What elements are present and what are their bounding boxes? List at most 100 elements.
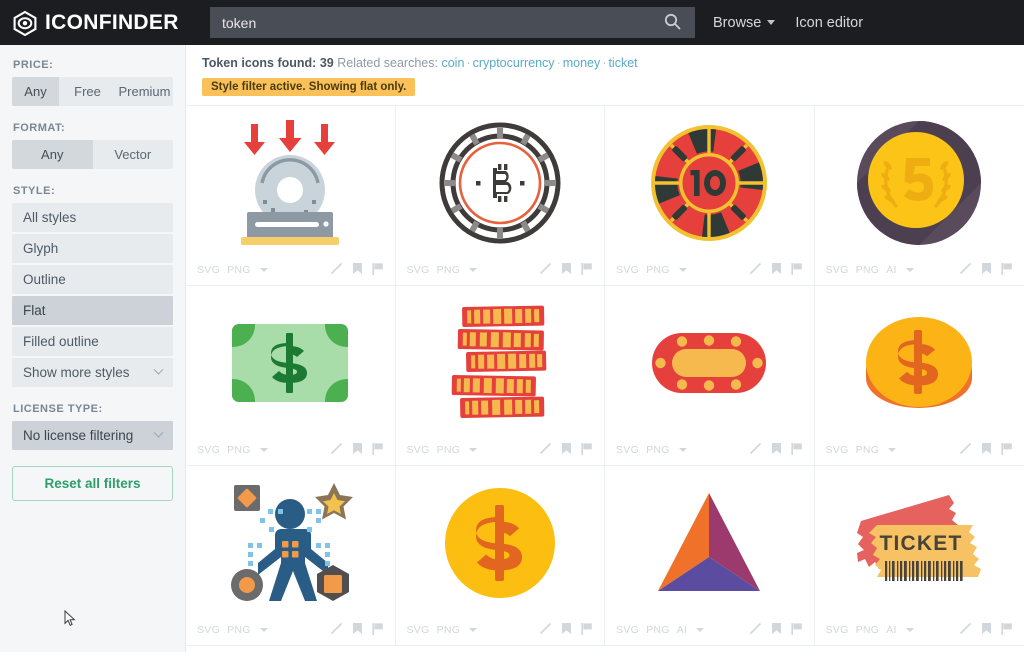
bookmark-icon[interactable]: [981, 262, 992, 278]
bookmark-icon[interactable]: [352, 442, 363, 458]
format-png[interactable]: PNG: [856, 264, 880, 276]
format-option-any[interactable]: Any: [12, 140, 93, 169]
icon-card-red-token-badge[interactable]: SVG PNG: [605, 286, 815, 466]
flag-icon[interactable]: [1001, 442, 1013, 458]
bookmark-icon[interactable]: [561, 622, 572, 638]
style-option-glyph[interactable]: Glyph: [12, 234, 173, 263]
format-png[interactable]: PNG: [227, 624, 251, 636]
search-input[interactable]: [210, 14, 649, 31]
chevron-down-icon[interactable]: [469, 448, 478, 452]
chevron-down-icon[interactable]: [259, 268, 268, 272]
icon-card-bitcoin-coin[interactable]: SVG PNG: [395, 106, 605, 286]
related-search-cryptocurrency[interactable]: cryptocurrency: [473, 56, 555, 70]
icon-card-dollar-coin[interactable]: SVG PNG: [814, 286, 1024, 466]
flag-icon[interactable]: [581, 262, 593, 278]
icon-card-casino-chip-10[interactable]: SVG PNG: [605, 106, 815, 286]
format-svg[interactable]: SVG: [197, 624, 220, 636]
chevron-down-icon[interactable]: [259, 448, 268, 452]
icon-card-dollar-banknote[interactable]: SVG PNG: [186, 286, 396, 466]
format-svg[interactable]: SVG: [826, 444, 849, 456]
format-ai[interactable]: AI: [886, 264, 897, 276]
format-svg[interactable]: SVG: [616, 624, 639, 636]
flag-icon[interactable]: [371, 622, 384, 638]
flag-icon[interactable]: [581, 622, 593, 638]
nav-browse[interactable]: Browse: [713, 15, 776, 31]
pencil-icon[interactable]: [539, 622, 552, 638]
bookmark-icon[interactable]: [561, 442, 572, 458]
related-search-money[interactable]: money: [563, 56, 601, 70]
reset-all-filters-button[interactable]: Reset all filters: [12, 466, 173, 501]
bookmark-icon[interactable]: [352, 622, 363, 638]
bookmark-icon[interactable]: [771, 442, 782, 458]
format-svg[interactable]: SVG: [407, 444, 430, 456]
flag-icon[interactable]: [371, 442, 384, 458]
style-option-outline[interactable]: Outline: [12, 265, 173, 294]
pencil-icon[interactable]: [330, 622, 343, 638]
chevron-down-icon[interactable]: [905, 268, 914, 272]
price-option-free[interactable]: Free: [59, 77, 116, 106]
format-svg[interactable]: SVG: [197, 264, 220, 276]
format-svg[interactable]: SVG: [616, 264, 639, 276]
bookmark-icon[interactable]: [981, 442, 992, 458]
chevron-down-icon[interactable]: [469, 268, 478, 272]
bookmark-icon[interactable]: [771, 622, 782, 638]
chevron-down-icon[interactable]: [469, 628, 478, 632]
format-png[interactable]: PNG: [227, 444, 251, 456]
format-option-vector[interactable]: Vector: [93, 140, 174, 169]
format-png[interactable]: PNG: [437, 264, 461, 276]
format-ai[interactable]: AI: [677, 624, 688, 636]
format-svg[interactable]: SVG: [616, 444, 639, 456]
bookmark-icon[interactable]: [771, 262, 782, 278]
chevron-down-icon[interactable]: [259, 628, 268, 632]
format-png[interactable]: PNG: [437, 624, 461, 636]
chevron-down-icon[interactable]: [678, 268, 687, 272]
flag-icon[interactable]: [1001, 262, 1013, 278]
format-svg[interactable]: SVG: [407, 624, 430, 636]
format-png[interactable]: PNG: [227, 264, 251, 276]
format-png[interactable]: PNG: [646, 624, 670, 636]
style-option-flat[interactable]: Flat: [12, 296, 173, 325]
style-option-filled-outline[interactable]: Filled outline: [12, 327, 173, 356]
icon-card-basic-attention-token[interactable]: SVG PNG AI: [605, 466, 815, 646]
search-button[interactable]: [649, 7, 695, 38]
format-svg[interactable]: SVG: [826, 264, 849, 276]
format-png[interactable]: PNG: [646, 444, 670, 456]
flag-icon[interactable]: [371, 262, 384, 278]
icon-card-ticket[interactable]: TICKET SVG PNG AI: [814, 466, 1024, 646]
format-svg[interactable]: SVG: [407, 264, 430, 276]
show-more-styles-button[interactable]: Show more styles: [12, 358, 173, 387]
format-png[interactable]: PNG: [856, 444, 880, 456]
search-bar[interactable]: [210, 7, 695, 38]
bookmark-icon[interactable]: [981, 622, 992, 638]
pencil-icon[interactable]: [959, 262, 972, 278]
format-png[interactable]: PNG: [437, 444, 461, 456]
flag-icon[interactable]: [790, 442, 803, 458]
pencil-icon[interactable]: [749, 622, 762, 638]
format-svg[interactable]: SVG: [197, 444, 220, 456]
flag-icon[interactable]: [790, 622, 803, 638]
nav-icon-editor[interactable]: Icon editor: [795, 15, 863, 31]
pencil-icon[interactable]: [330, 442, 343, 458]
bookmark-icon[interactable]: [352, 262, 363, 278]
chevron-down-icon[interactable]: [888, 448, 897, 452]
pencil-icon[interactable]: [959, 442, 972, 458]
brand-logo[interactable]: ICONFINDER: [12, 10, 190, 36]
chevron-down-icon[interactable]: [678, 448, 687, 452]
license-select[interactable]: No license filtering: [12, 421, 173, 450]
related-search-ticket[interactable]: ticket: [608, 56, 637, 70]
icon-card-dollar-circle-coin[interactable]: SVG PNG: [395, 466, 605, 646]
bookmark-icon[interactable]: [561, 262, 572, 278]
pencil-icon[interactable]: [539, 262, 552, 278]
flag-icon[interactable]: [581, 442, 593, 458]
icon-card-coin-slot-machine[interactable]: SVG PNG: [186, 106, 396, 286]
price-option-any[interactable]: Any: [12, 77, 59, 106]
format-svg[interactable]: SVG: [826, 624, 849, 636]
icon-card-coin-rolls-stack[interactable]: SVG PNG: [395, 286, 605, 466]
flag-icon[interactable]: [1001, 622, 1013, 638]
pencil-icon[interactable]: [749, 262, 762, 278]
chevron-down-icon[interactable]: [905, 628, 914, 632]
style-option-all-styles[interactable]: All styles: [12, 203, 173, 232]
pencil-icon[interactable]: [749, 442, 762, 458]
format-ai[interactable]: AI: [886, 624, 897, 636]
price-option-premium[interactable]: Premium: [116, 77, 173, 106]
